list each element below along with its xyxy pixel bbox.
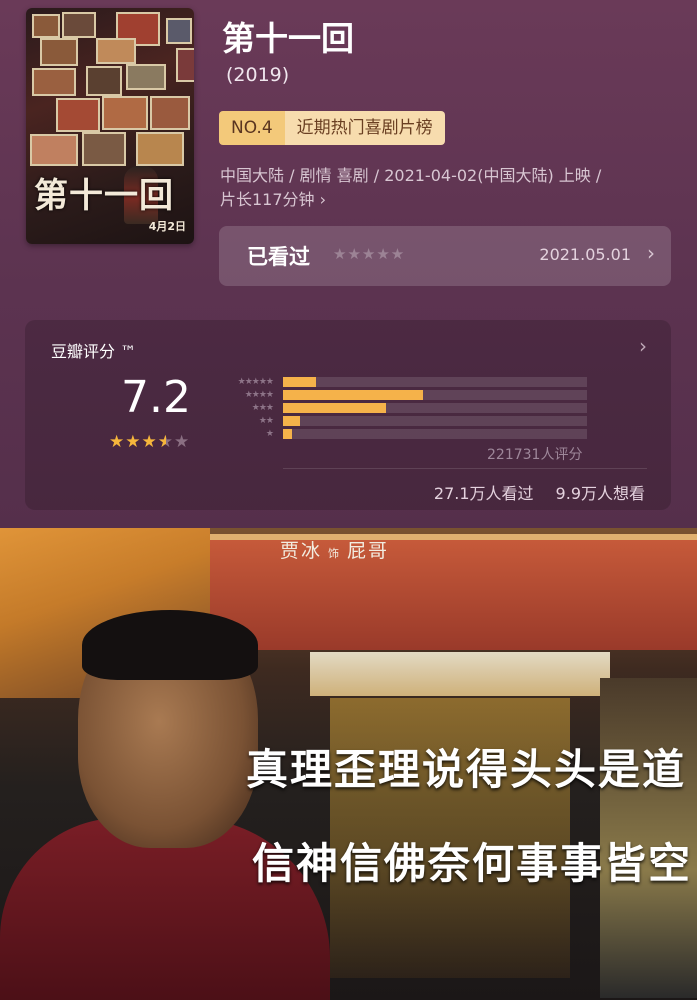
watched-date: 2021.05.01 — [539, 245, 631, 264]
poster-photo — [30, 134, 78, 166]
movie-year: (2019) — [226, 64, 290, 86]
still-light — [310, 652, 610, 696]
distribution-row: ★★★ — [213, 403, 697, 413]
rank-number: NO.4 — [219, 111, 285, 145]
star-empty-icon: ★ — [173, 432, 191, 452]
distribution-track — [283, 429, 587, 439]
watch-stats: 27.1万人看过 9.9万人想看 — [434, 480, 645, 504]
poster-title: 第十一回 — [34, 176, 174, 216]
distribution-track — [283, 403, 587, 413]
distribution-bar — [283, 377, 316, 387]
credit-role: 屁哥 — [347, 540, 390, 562]
movie-header: 第十一回 4月2日 第十一回 (2019) NO.4 近期热门喜剧片榜 中国大陆… — [0, 0, 697, 528]
distribution-bar — [283, 429, 292, 439]
poster-photo — [32, 68, 76, 96]
still-caption-line1: 真理歪理说得头头是道 — [246, 745, 687, 794]
distribution-track — [283, 377, 587, 387]
movie-still[interactable]: 贾冰饰屁哥 真理歪理说得头头是道 信神信佛奈何事事皆空 — [0, 528, 697, 1000]
poster-photo — [56, 98, 100, 132]
movie-meta[interactable]: 中国大陆 / 剧情 喜剧 / 2021-04-02(中国大陆) 上映 / 片长1… — [220, 164, 680, 212]
star-half-icon: ★ — [157, 432, 174, 452]
want-count[interactable]: 9.9万人想看 — [556, 484, 645, 503]
meta-line: 中国大陆 / 剧情 喜剧 / 2021-04-02(中国大陆) 上映 / — [220, 166, 602, 185]
total-ratings: 221731人评分 — [487, 447, 583, 463]
poster-photo — [126, 64, 166, 90]
distribution-bar — [283, 416, 300, 426]
distribution-stars: ★★★★ — [244, 390, 274, 400]
star-full-icon: ★★★ — [109, 432, 158, 452]
watched-bar[interactable]: 已看过 ★★★★★ 2021.05.01 › — [219, 226, 671, 286]
poster-photo — [82, 132, 126, 166]
credit-actor: 贾冰 — [280, 540, 323, 562]
still-person-hair — [82, 610, 258, 680]
chevron-right-icon[interactable]: › — [639, 334, 647, 358]
rating-title: 豆瓣评分 ™ — [51, 342, 137, 361]
divider — [283, 468, 647, 469]
distribution-track — [283, 416, 587, 426]
rating-stars: ★★★★★ — [109, 432, 190, 452]
poster-photo — [40, 38, 78, 66]
douban-rating-card[interactable]: 豆瓣评分 ™ › 7.2 ★★★★★ ★★★★★ ★★★★ ★★★ ★★ ★ 22173… — [25, 320, 671, 510]
poster-photo — [136, 132, 184, 166]
distribution-bar — [283, 390, 423, 400]
poster-photo — [32, 14, 60, 38]
movie-title: 第十一回 — [222, 19, 354, 58]
distribution-track — [283, 390, 587, 400]
poster-photo — [166, 18, 192, 44]
distribution-bar — [283, 403, 386, 413]
watched-label: 已看过 — [247, 245, 310, 269]
distribution-row: ★★★★ — [213, 390, 697, 400]
rank-badge[interactable]: NO.4 近期热门喜剧片榜 — [219, 111, 445, 145]
still-credit: 贾冰饰屁哥 — [280, 536, 389, 563]
distribution-stars: ★★★★★ — [237, 377, 274, 387]
distribution-stars: ★★ — [258, 416, 274, 426]
watched-count[interactable]: 27.1万人看过 — [434, 484, 534, 503]
poster-photo — [62, 12, 96, 38]
still-caption-line2: 信神信佛奈何事事皆空 — [252, 839, 693, 888]
distribution-stars: ★ — [265, 429, 274, 439]
distribution-row: ★ — [213, 429, 697, 439]
poster-photo — [150, 96, 190, 130]
distribution-stars: ★★★ — [251, 403, 274, 413]
distribution-row: ★★★★★ — [213, 377, 697, 387]
my-rating-stars[interactable]: ★★★★★ — [333, 245, 405, 263]
poster-photo — [102, 96, 148, 130]
distribution-row: ★★ — [213, 416, 697, 426]
rank-list-name: 近期热门喜剧片榜 — [284, 111, 445, 145]
rating-score: 7.2 — [121, 372, 191, 423]
poster-photo — [176, 48, 194, 82]
credit-separator: 饰 — [328, 547, 342, 560]
meta-line: 片长117分钟 › — [220, 190, 327, 209]
chevron-right-icon: › — [647, 241, 655, 265]
poster-photo — [96, 38, 136, 64]
poster-photo — [86, 66, 122, 96]
poster-date: 4月2日 — [148, 220, 186, 233]
movie-poster[interactable]: 第十一回 4月2日 — [26, 8, 194, 244]
